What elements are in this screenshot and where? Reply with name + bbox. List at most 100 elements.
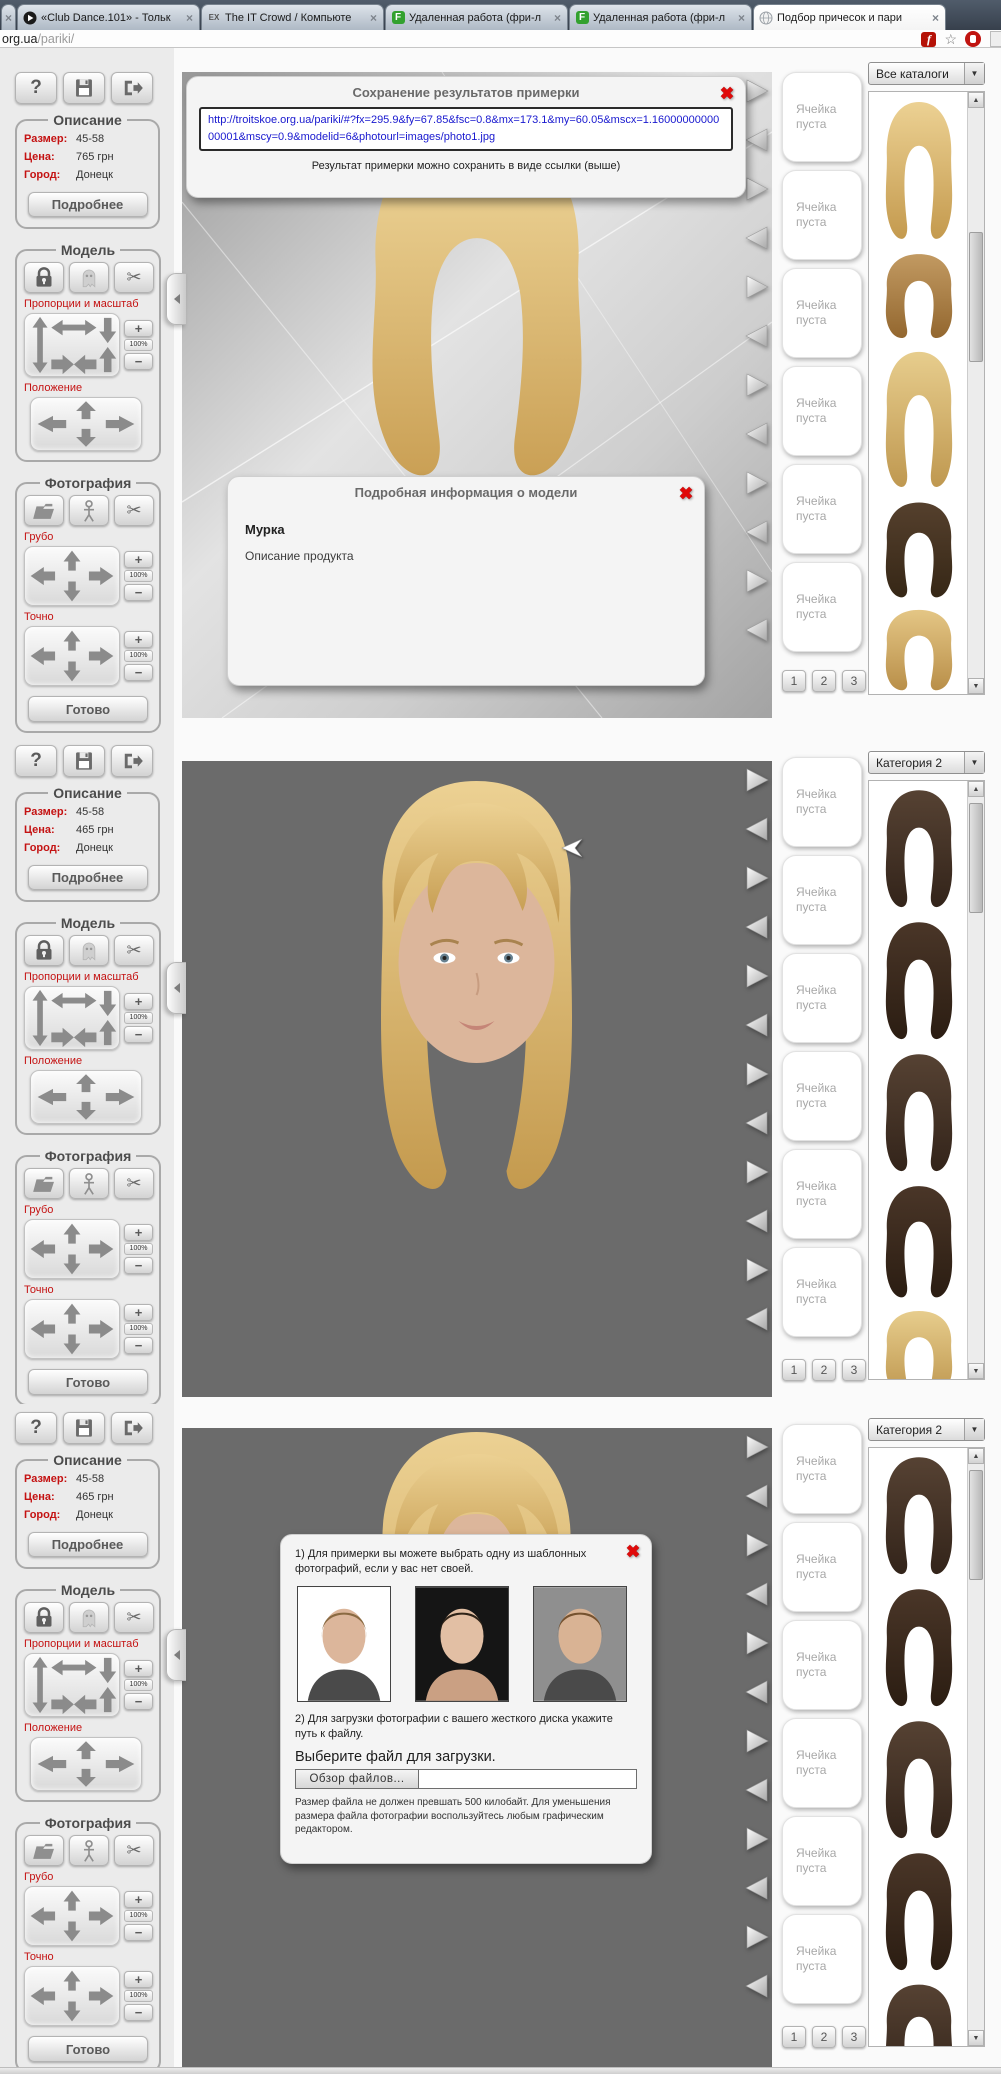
- empty-cell[interactable]: Ячейка пуста: [782, 268, 862, 358]
- transfer-left-arrow[interactable]: [744, 1483, 770, 1509]
- preview-canvas[interactable]: 1) Для примерки вы можете выбрать одну и…: [182, 1428, 772, 2067]
- hairstyle-thumbnail[interactable]: [873, 1717, 965, 1845]
- empty-cell[interactable]: Ячейка пуста: [782, 366, 862, 456]
- empty-cell[interactable]: Ячейка пуста: [782, 562, 862, 652]
- transfer-left-arrow[interactable]: [744, 1110, 770, 1136]
- done-button[interactable]: Готово: [28, 1369, 148, 1395]
- rough-move-pad[interactable]: [24, 1219, 120, 1279]
- ghost-button[interactable]: [69, 1602, 109, 1633]
- zoom-in-button[interactable]: +: [124, 1971, 153, 1988]
- fine-move-pad[interactable]: [24, 1299, 120, 1359]
- position-pad[interactable]: [30, 1737, 142, 1791]
- transfer-right-arrow[interactable]: [744, 470, 770, 496]
- preview-canvas[interactable]: [182, 761, 772, 1397]
- tab-partial[interactable]: ×: [1, 4, 16, 30]
- open-photo-button[interactable]: [24, 495, 64, 526]
- transfer-left-arrow[interactable]: [744, 519, 770, 545]
- done-button[interactable]: Готово: [28, 2036, 148, 2062]
- scroll-up-button[interactable]: ▲: [968, 781, 984, 797]
- zoom-in-button[interactable]: +: [124, 631, 153, 648]
- transfer-left-arrow[interactable]: [744, 1012, 770, 1038]
- hairstyle-thumbnail[interactable]: [873, 1182, 965, 1304]
- hairstyle-thumbnail[interactable]: [873, 499, 965, 603]
- page-button-3[interactable]: 3: [842, 670, 866, 692]
- open-photo-button[interactable]: [24, 1168, 64, 1199]
- close-icon[interactable]: [717, 83, 737, 103]
- ghost-button[interactable]: [69, 262, 109, 293]
- catalog-dropdown[interactable]: Категория 2 ▼: [868, 751, 985, 774]
- tab-close-button[interactable]: ×: [931, 11, 940, 25]
- zoom-out-button[interactable]: −: [124, 1257, 153, 1274]
- zoom-in-button[interactable]: +: [124, 551, 153, 568]
- template-photo-2[interactable]: [415, 1586, 509, 1702]
- ghost-button[interactable]: [69, 935, 109, 966]
- zoom-in-button[interactable]: +: [124, 1304, 153, 1321]
- tab-freelance-1[interactable]: F Удаленная работа (фри-л ×: [385, 4, 568, 30]
- empty-cell[interactable]: Ячейка пуста: [782, 170, 862, 260]
- lock-button[interactable]: [24, 262, 64, 293]
- zoom-out-button[interactable]: −: [124, 1337, 153, 1354]
- empty-cell[interactable]: Ячейка пуста: [782, 1149, 862, 1239]
- zoom-out-button[interactable]: −: [124, 664, 153, 681]
- chevron-down-icon[interactable]: ▼: [964, 1419, 984, 1440]
- transfer-right-arrow[interactable]: [744, 1257, 770, 1283]
- panel-collapse-handle[interactable]: [166, 962, 186, 1014]
- hairstyle-thumbnail[interactable]: [873, 1849, 965, 1977]
- hairstyle-thumbnail[interactable]: [873, 1585, 965, 1713]
- page-button-1[interactable]: 1: [782, 2026, 806, 2048]
- empty-cell[interactable]: Ячейка пуста: [782, 72, 862, 162]
- tab-close-button[interactable]: ×: [185, 11, 194, 25]
- panel-collapse-handle[interactable]: [166, 1629, 186, 1681]
- tab-close-button[interactable]: ×: [4, 11, 13, 25]
- empty-cell[interactable]: Ячейка пуста: [782, 1816, 862, 1906]
- transfer-left-arrow[interactable]: [744, 1208, 770, 1234]
- page-button-2[interactable]: 2: [812, 2026, 836, 2048]
- transfer-left-arrow[interactable]: [744, 1679, 770, 1705]
- zoom-out-button[interactable]: −: [124, 1026, 153, 1043]
- scroll-down-button[interactable]: ▼: [968, 2030, 984, 2046]
- zoom-in-button[interactable]: +: [124, 1224, 153, 1241]
- open-photo-button[interactable]: [24, 1835, 64, 1866]
- transfer-left-arrow[interactable]: [744, 323, 770, 349]
- tab-freelance-2[interactable]: F Удаленная работа (фри-л ×: [569, 4, 752, 30]
- empty-cell[interactable]: Ячейка пуста: [782, 1620, 862, 1710]
- transfer-right-arrow[interactable]: [744, 78, 770, 104]
- tab-close-button[interactable]: ×: [737, 11, 746, 25]
- model-body-button[interactable]: [69, 1168, 109, 1199]
- transfer-right-arrow[interactable]: [744, 1728, 770, 1754]
- close-icon[interactable]: [623, 1541, 643, 1561]
- catalog-dropdown[interactable]: Категория 2 ▼: [868, 1418, 985, 1441]
- transfer-right-arrow[interactable]: [744, 1924, 770, 1950]
- transfer-right-arrow[interactable]: [744, 372, 770, 398]
- empty-cell[interactable]: Ячейка пуста: [782, 1522, 862, 1612]
- model-body-button[interactable]: [69, 1835, 109, 1866]
- hairstyle-thumbnail[interactable]: [873, 607, 965, 695]
- fine-move-pad[interactable]: [24, 1966, 120, 2026]
- cut-photo-button[interactable]: ✂: [114, 495, 154, 526]
- horizontal-scrollbar[interactable]: [0, 2067, 1001, 2074]
- chevron-down-icon[interactable]: ▼: [964, 752, 984, 773]
- help-button[interactable]: ?: [15, 72, 57, 104]
- scroll-up-button[interactable]: ▲: [968, 1448, 984, 1464]
- lock-button[interactable]: [24, 1602, 64, 1633]
- save-button[interactable]: [63, 745, 105, 777]
- transfer-left-arrow[interactable]: [744, 225, 770, 251]
- zoom-in-button[interactable]: +: [124, 320, 153, 337]
- transfer-left-arrow[interactable]: [744, 816, 770, 842]
- cut-model-button[interactable]: ✂: [114, 1602, 154, 1633]
- exit-button[interactable]: [111, 72, 153, 104]
- transfer-left-arrow[interactable]: [744, 914, 770, 940]
- zoom-out-button[interactable]: −: [124, 1924, 153, 1941]
- close-icon[interactable]: [676, 483, 696, 503]
- transfer-right-arrow[interactable]: [744, 1826, 770, 1852]
- empty-cell[interactable]: Ячейка пуста: [782, 855, 862, 945]
- page-button-3[interactable]: 3: [842, 1359, 866, 1381]
- transfer-left-arrow[interactable]: [744, 1306, 770, 1332]
- empty-cell[interactable]: Ячейка пуста: [782, 757, 862, 847]
- adblock-stop-icon[interactable]: [965, 31, 981, 47]
- proportions-pad[interactable]: [24, 313, 120, 377]
- empty-cell[interactable]: Ячейка пуста: [782, 1718, 862, 1808]
- details-button[interactable]: Подробнее: [28, 865, 148, 890]
- zoom-in-button[interactable]: +: [124, 1660, 153, 1677]
- save-button[interactable]: [63, 72, 105, 104]
